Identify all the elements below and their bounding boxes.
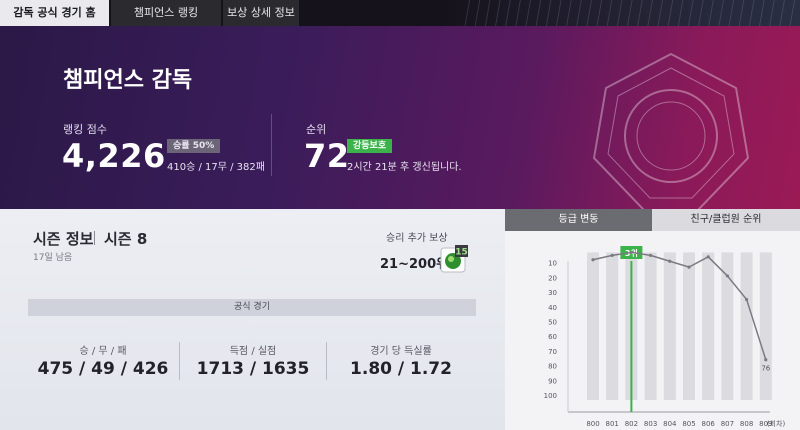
champion-emblem-icon [592,52,750,209]
tab-champions-ranking[interactable]: 챔피언스 랭킹 [111,0,222,26]
season-panel: 시즌 정보 시즌 8 17일 남음 승리 추가 보상 21~200위 15 공식… [0,209,505,430]
chart-column-band [759,252,772,400]
chart-point [725,274,729,278]
stat-label-goals: 득점 / 실점 [229,346,277,357]
chart-x-tick-label: 803 [644,420,657,428]
tab-rank-change[interactable]: 등급 변동 [505,209,652,231]
chart-column-band [587,252,599,400]
season-info-title: 시즌 정보 [33,230,94,248]
win-bonus-label: 승리 추가 보상 [386,233,448,244]
chart-point [629,250,633,255]
tab-reward-details[interactable]: 보상 상세 정보 [223,0,300,26]
win-rate-badge: 승률 50% [167,139,221,153]
chart-x-tick-label: 800 [586,420,599,428]
chart-point [706,255,710,259]
reward-item-icon[interactable]: 15 [440,245,468,273]
stat-label-wdl: 승 / 무 / 패 [79,346,127,357]
rank-change-panel: 등급 변동 친구/클럽원 순위 10 20 30 40 50 60 70 80 90 100 800… [505,209,800,430]
rank-history-chart: 10 20 30 40 50 60 70 80 90 100 800 801 802 803 804 805 8… [544,246,786,428]
chart-x-unit-label: (회차) [767,419,786,428]
chart-x-tick-label: 806 [702,420,716,428]
chart-column-band [606,252,619,400]
top-tab-bar: 감독 공식 경기 홈 챔피언스 랭킹 보상 상세 정보 [0,0,800,26]
tab-manager-home[interactable]: 감독 공식 경기 홈 [0,0,110,26]
stat-value-ratio: 1.80 / 1.72 [350,359,452,379]
hero-banner: 챔피언스 감독 랭킹 점수 4,226 승률 50% 410승 / 17무 / … [0,26,800,209]
rank-label: 순위 [306,123,327,136]
chart-y-tick-label: 40 [548,304,557,312]
chart-x-tick-label: 807 [721,420,734,428]
chart-point [764,358,768,362]
season-title-divider [94,231,95,245]
page-title: 챔피언스 감독 [63,68,193,93]
chart-point [591,258,595,262]
chart-point [668,259,672,263]
tab-friend-club-rank[interactable]: 친구/클럽원 순위 [652,209,800,231]
chart-column-band [644,252,657,400]
chart-y-tick-label: 50 [548,319,557,327]
reward-badge-count: 15 [455,248,468,258]
rank-value: 72 [304,137,350,175]
chart-point [745,297,749,302]
chart-y-tick-label: 100 [544,392,557,400]
stat-value-goals: 1713 / 1635 [196,359,310,379]
header-decoration [460,0,800,26]
chart-point [687,265,691,269]
chart-x-tick-label: 801 [606,420,619,428]
chart-point [610,253,614,257]
chart-y-tick-label: 70 [548,348,557,356]
stat-value-wdl: 475 / 49 / 426 [37,359,169,379]
hero-divider [271,114,272,176]
chart-y-tick-label: 60 [548,333,557,341]
chart-x-tick-label: 802 [625,420,638,428]
days-remaining: 17일 남음 [33,253,73,263]
record-text: 410승 / 17무 / 382패 [167,162,265,173]
chart-y-tick-label: 90 [548,377,557,385]
chart-y-tick-label: 20 [548,274,557,282]
chart-column-band [740,252,753,400]
stat-label-ratio: 경기 당 득실률 [370,346,432,357]
win-bonus-range: 21~200위 [380,257,449,272]
chart-end-label: 76 [761,365,770,373]
chart-x-tick-label: 805 [682,420,695,428]
update-countdown: 2시간 21분 후 갱신됩니다. [347,162,462,173]
season-number: 시즌 8 [104,230,148,248]
official-match-header: 공식 경기 [28,299,476,316]
ranking-points-label: 랭킹 점수 [63,123,107,136]
chart-column-band [683,252,695,400]
chart-column-band [702,252,715,400]
chart-y-tick-label: 80 [548,363,557,371]
chart-point [649,253,653,257]
chart-x-tick-label: 808 [740,420,753,428]
relegation-protect-badge: 강등보호 [347,139,393,153]
chart-column-band [663,252,676,400]
ranking-points-value: 4,226 [62,137,166,175]
chart-x-tick-label: 804 [663,420,677,428]
chart-series-line [592,251,767,360]
chart-y-tick-label: 30 [548,289,557,297]
chart-y-tick-label: 10 [548,260,557,268]
